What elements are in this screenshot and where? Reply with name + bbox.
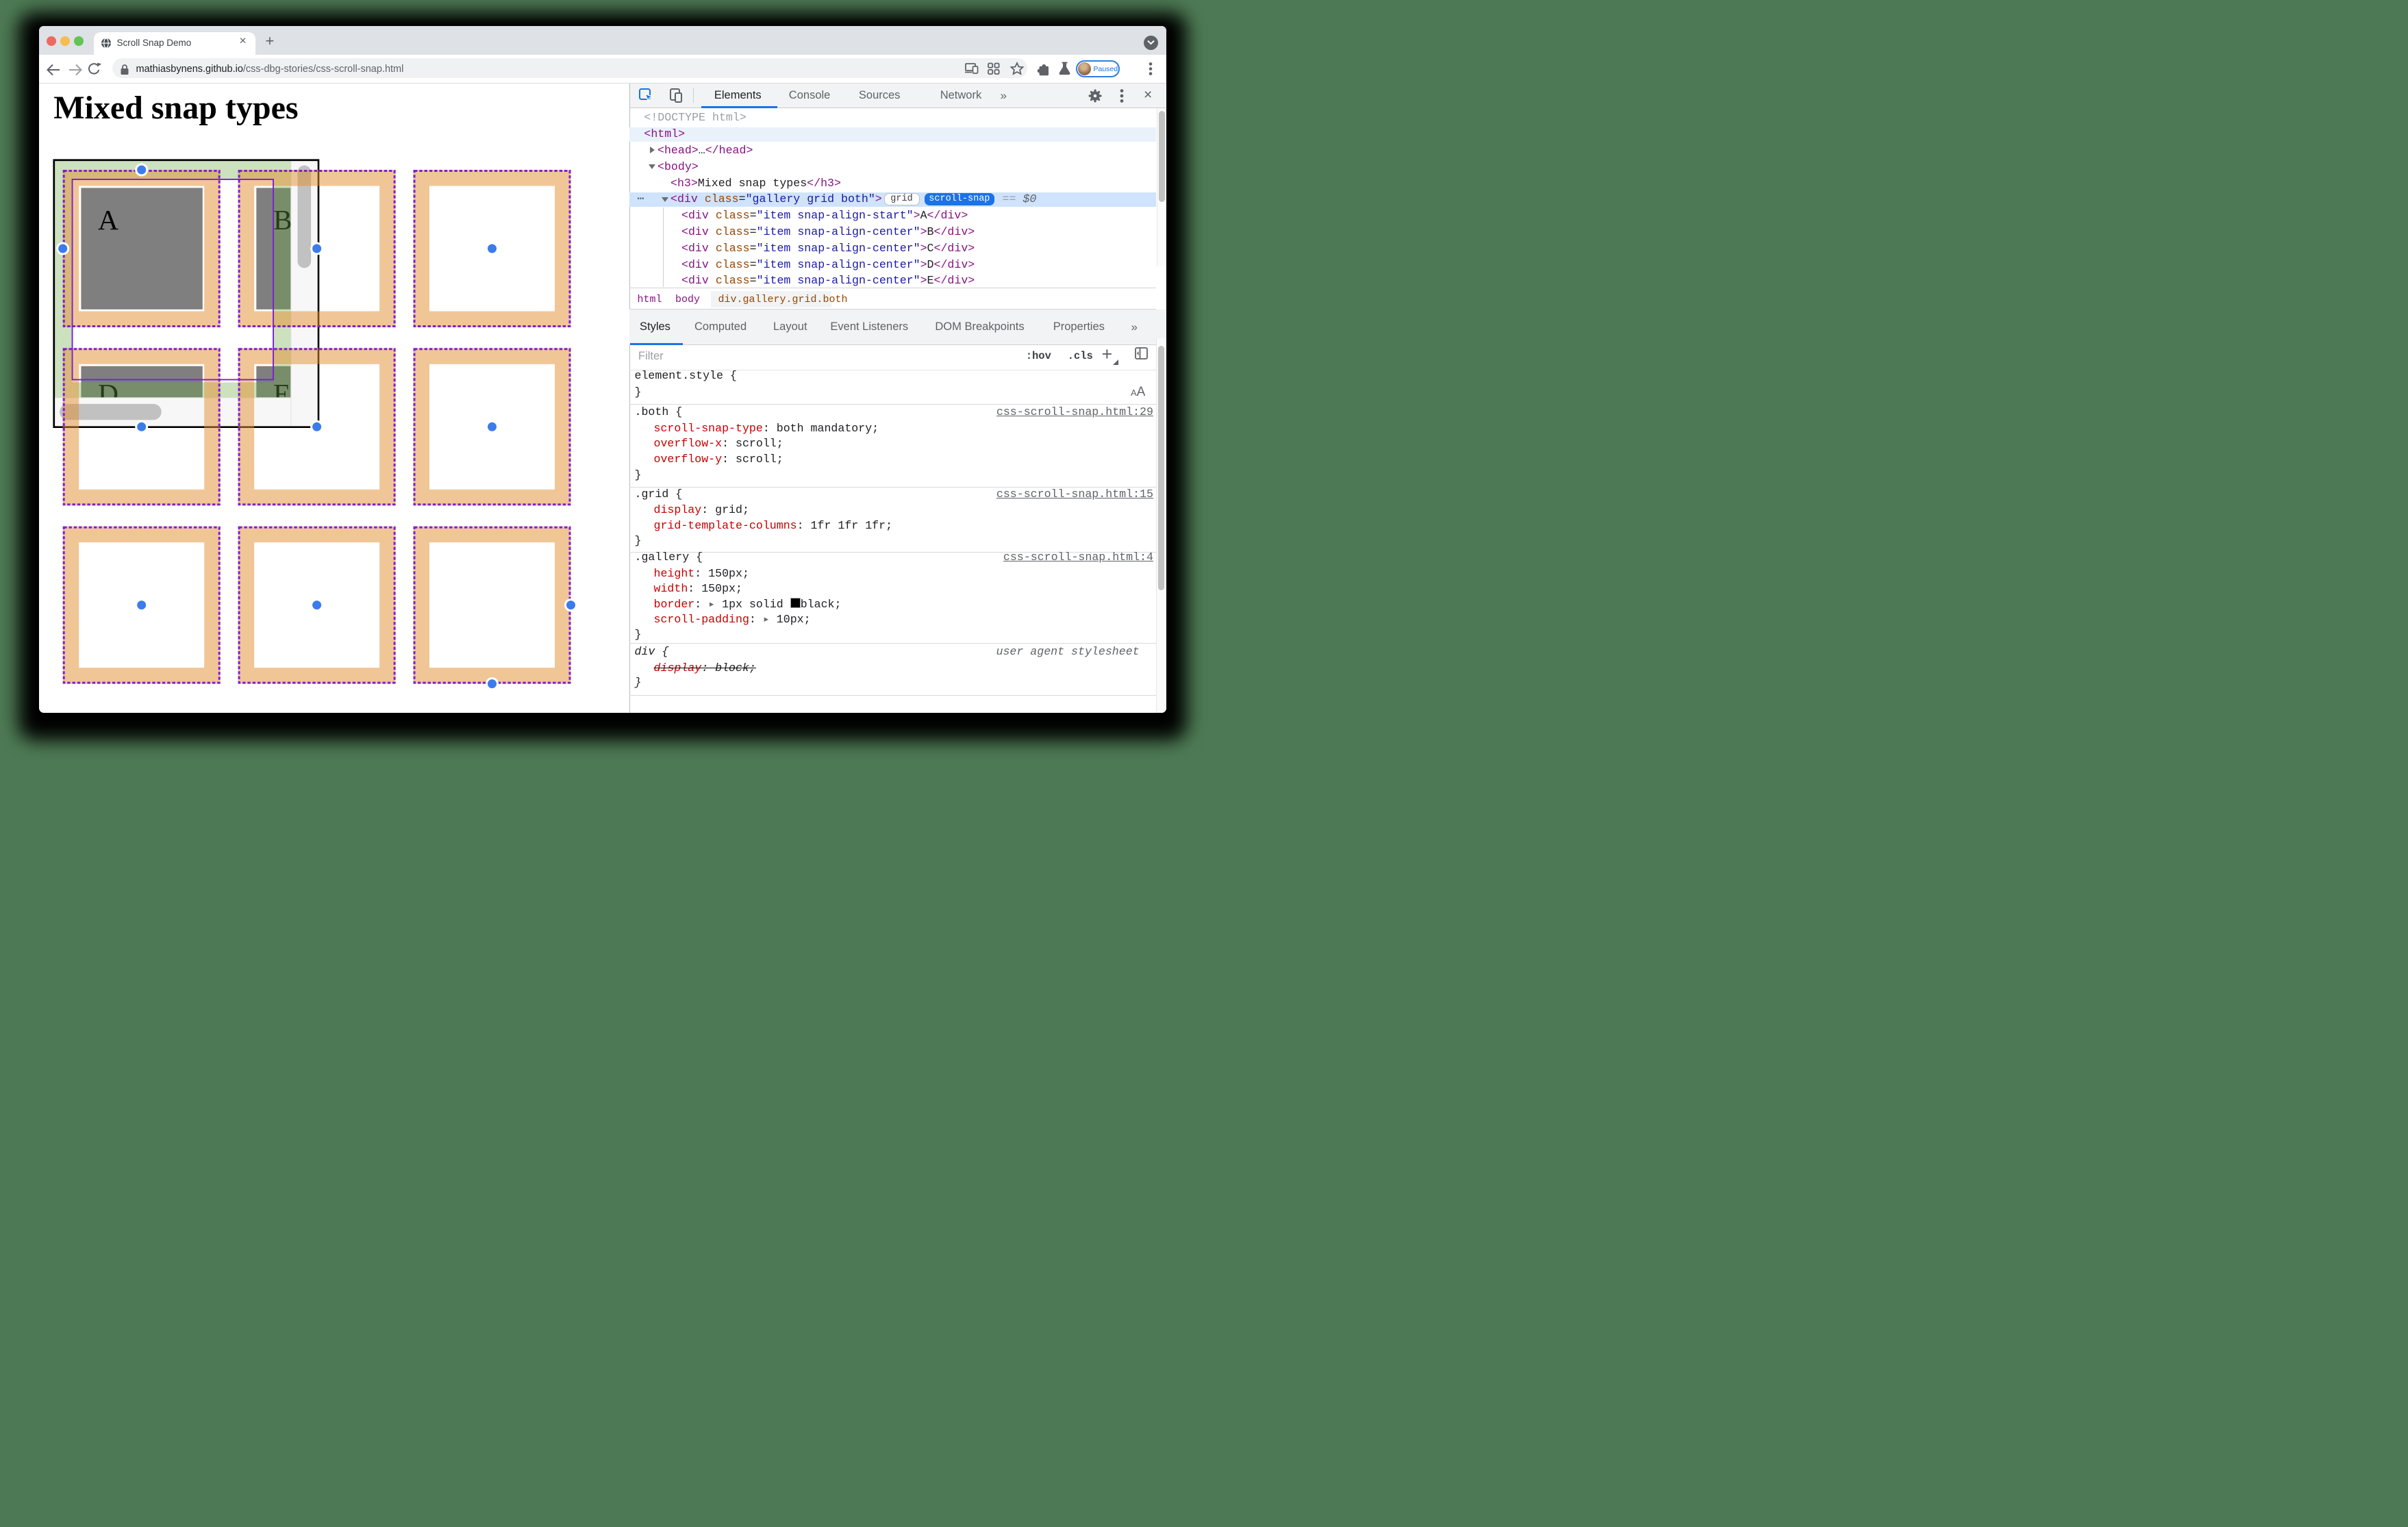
svg-text:A: A (98, 204, 118, 236)
svg-text:Mixed snap types: Mixed snap types (53, 90, 298, 126)
